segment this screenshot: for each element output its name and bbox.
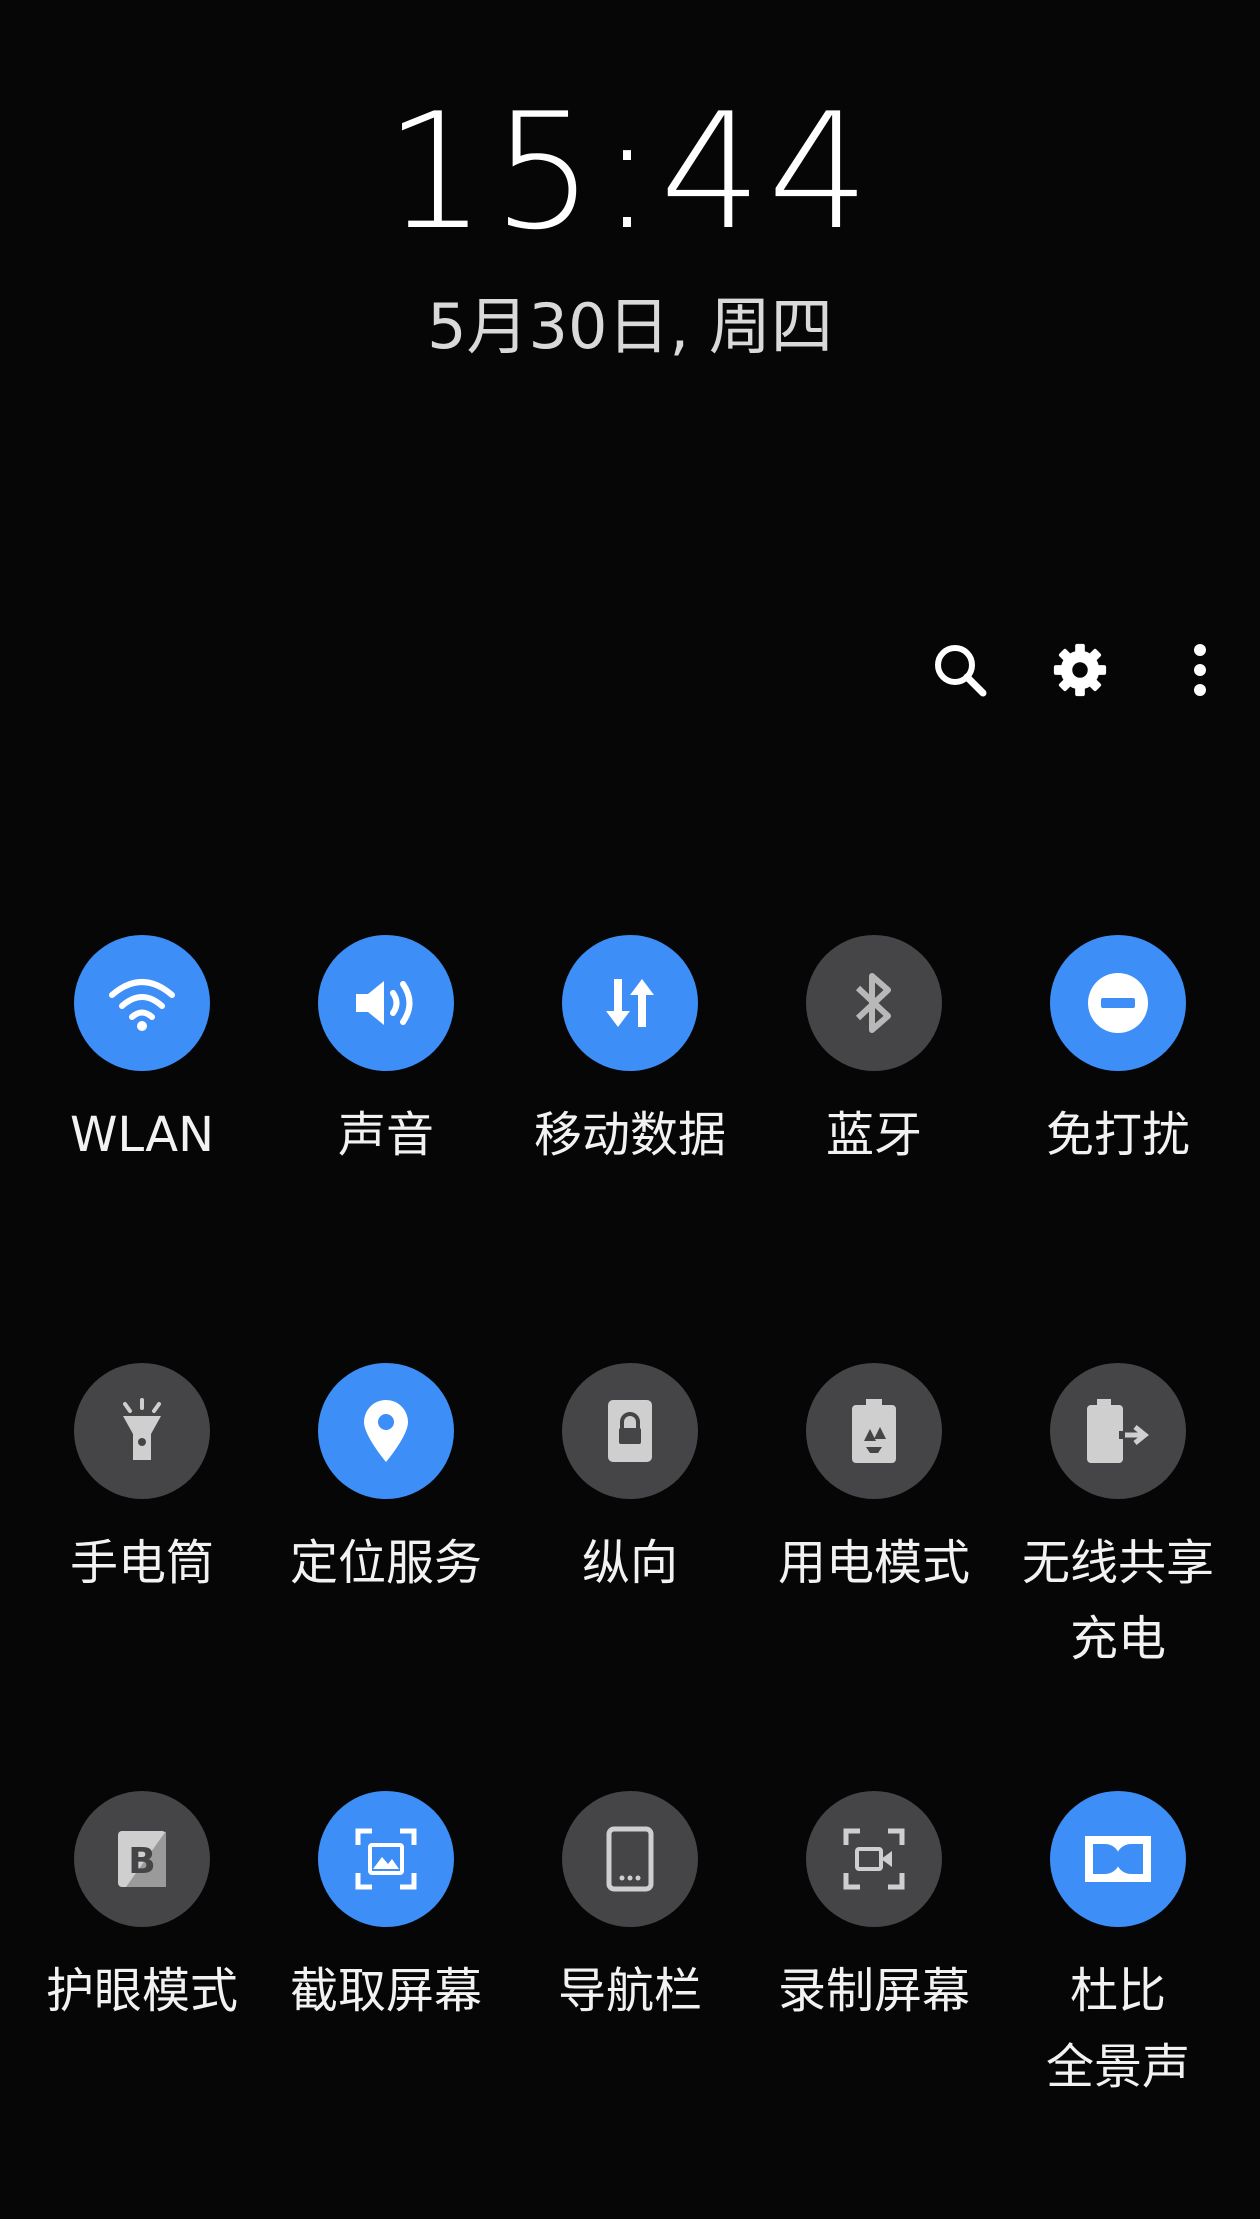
tile-label: 免打扰	[1045, 1107, 1190, 1163]
tile-label: 纵向	[581, 1535, 678, 1591]
tile-eye-comfort[interactable]: B 护眼模式	[20, 1791, 264, 2219]
tile-screenshot-toggle[interactable]	[318, 1791, 454, 1927]
quick-panel-toolbar	[900, 630, 1260, 710]
wifi-icon	[109, 979, 175, 1031]
tile-label: 杜比 全景声	[1045, 1963, 1190, 2095]
tile-wlan[interactable]: WLAN	[20, 935, 264, 1363]
tile-flashlight-toggle[interactable]	[74, 1363, 210, 1499]
tile-power-mode[interactable]: 用电模式	[752, 1363, 996, 1791]
tile-location[interactable]: 定位服务	[264, 1363, 508, 1791]
data-arrows-icon	[606, 979, 654, 1027]
more-vertical-icon	[1194, 644, 1206, 696]
tile-label: 录制屏幕	[777, 1963, 970, 2019]
search-button[interactable]	[900, 630, 1020, 710]
tile-do-not-disturb[interactable]: 免打扰	[996, 935, 1240, 1363]
tile-eye-comfort-toggle[interactable]: B	[74, 1791, 210, 1927]
tile-dolby-atmos-toggle[interactable]	[1050, 1791, 1186, 1927]
tile-label: 定位服务	[289, 1535, 482, 1591]
flashlight-icon	[123, 1398, 161, 1460]
quick-settings-row: B 护眼模式 截取屏幕 导航栏 录制屏幕 杜比 全景声	[20, 1791, 1240, 2219]
tile-label: 移动数据	[533, 1107, 726, 1163]
search-icon	[935, 645, 987, 697]
wireless-share-icon	[1087, 1399, 1150, 1463]
tile-label: WLAN	[69, 1107, 215, 1163]
screenshot-icon	[355, 1828, 417, 1890]
gear-icon	[1053, 643, 1107, 697]
quick-settings-grid: WLAN 声音 移动数据 蓝牙 免打扰 手电筒 定位服务 纵向 用电模式 无线共…	[20, 935, 1240, 2219]
tile-navigation-bar[interactable]: 导航栏	[508, 1791, 752, 2219]
tile-wireless-powershare-toggle[interactable]	[1050, 1363, 1186, 1499]
tile-mobile-data-toggle[interactable]	[562, 935, 698, 1071]
tile-sound[interactable]: 声音	[264, 935, 508, 1363]
tile-screen-recorder[interactable]: 录制屏幕	[752, 1791, 996, 2219]
tile-label: 截取屏幕	[289, 1963, 482, 2019]
clock-date: 5月30日, 周四	[427, 290, 833, 363]
clock-time: 15:44	[384, 78, 876, 265]
tile-dolby-atmos[interactable]: 杜比 全景声	[996, 1791, 1240, 2219]
tile-sound-toggle[interactable]	[318, 935, 454, 1071]
battery-recycle-icon	[852, 1399, 896, 1463]
portrait-lock-icon	[608, 1400, 652, 1462]
svg-text:B: B	[128, 1841, 155, 1882]
quick-settings-row: WLAN 声音 移动数据 蓝牙 免打扰	[20, 935, 1240, 1363]
tile-label: 用电模式	[777, 1535, 970, 1591]
tile-screenshot[interactable]: 截取屏幕	[264, 1791, 508, 2219]
location-pin-icon	[364, 1400, 408, 1462]
tile-location-toggle[interactable]	[318, 1363, 454, 1499]
quick-settings-row: 手电筒 定位服务 纵向 用电模式 无线共享 充电	[20, 1363, 1240, 1791]
tile-wlan-toggle[interactable]	[74, 935, 210, 1071]
blue-light-filter-icon: B	[118, 1831, 166, 1887]
bluetooth-icon	[855, 973, 891, 1033]
settings-button[interactable]	[1020, 630, 1140, 710]
tile-bluetooth-toggle[interactable]	[806, 935, 942, 1071]
tile-label: 导航栏	[557, 1963, 702, 2019]
more-options-button[interactable]	[1140, 630, 1260, 710]
dolby-atmos-icon	[1085, 1836, 1151, 1882]
tile-label: 手电筒	[69, 1535, 214, 1591]
tile-label: 蓝牙	[825, 1107, 922, 1163]
tile-bluetooth[interactable]: 蓝牙	[752, 935, 996, 1363]
tile-label: 护眼模式	[45, 1963, 238, 2019]
tile-navigation-bar-toggle[interactable]	[562, 1791, 698, 1927]
tile-label: 声音	[337, 1107, 434, 1163]
tile-portrait[interactable]: 纵向	[508, 1363, 752, 1791]
tile-screen-recorder-toggle[interactable]	[806, 1791, 942, 1927]
volume-icon	[356, 981, 413, 1025]
tile-do-not-disturb-toggle[interactable]	[1050, 935, 1186, 1071]
do-not-disturb-icon	[1088, 973, 1148, 1033]
tile-flashlight[interactable]: 手电筒	[20, 1363, 264, 1791]
screen-record-icon	[843, 1828, 905, 1890]
tile-wireless-powershare[interactable]: 无线共享 充电	[996, 1363, 1240, 1791]
navigation-bar-icon	[606, 1826, 654, 1892]
tile-power-mode-toggle[interactable]	[806, 1363, 942, 1499]
tile-portrait-toggle[interactable]	[562, 1363, 698, 1499]
tile-label: 无线共享 充电	[1021, 1535, 1214, 1667]
tile-mobile-data[interactable]: 移动数据	[508, 935, 752, 1363]
